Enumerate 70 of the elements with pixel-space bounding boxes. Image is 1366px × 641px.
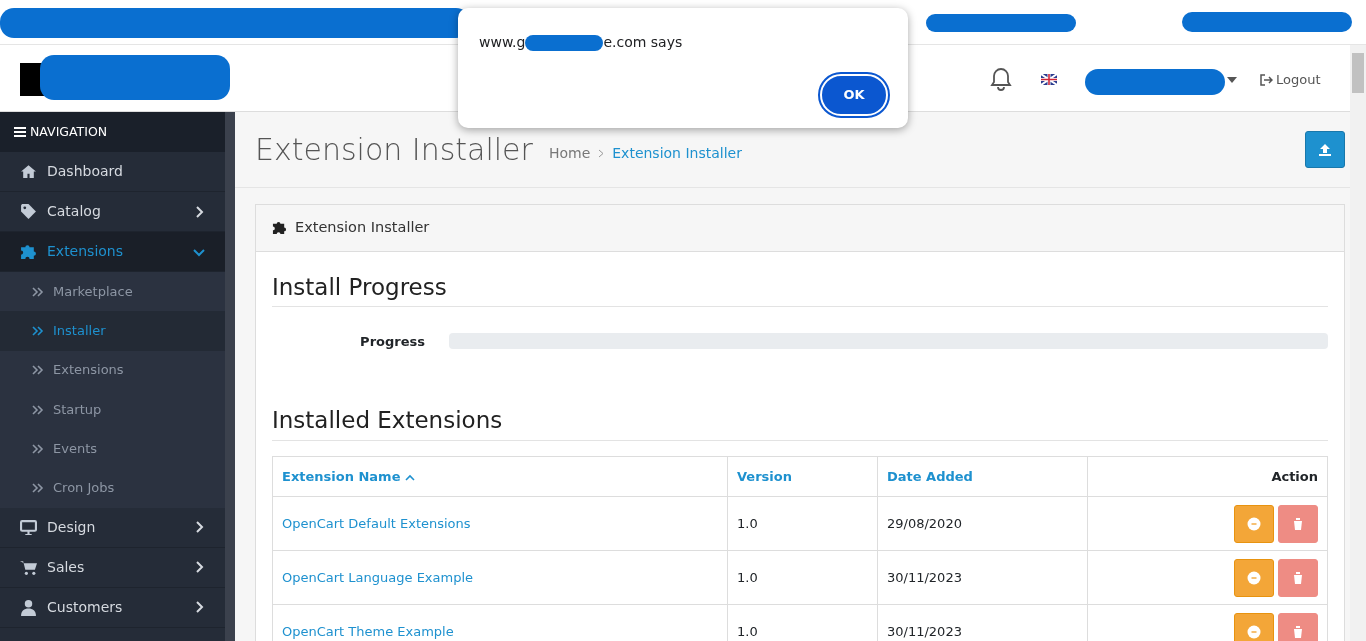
sidebar-subitem[interactable]: Cron Jobs xyxy=(0,468,225,508)
logout-icon xyxy=(1260,73,1273,86)
scrollbar-thumb[interactable] xyxy=(1352,53,1364,93)
logout-link[interactable]: Logout xyxy=(1260,70,1321,90)
ok-button[interactable]: OK xyxy=(820,74,888,116)
monitor-icon xyxy=(20,518,37,536)
date-text: 30/11/2023 xyxy=(887,570,962,585)
column-header: Action xyxy=(1271,468,1318,484)
flag-icon[interactable] xyxy=(1041,74,1057,85)
extension-link[interactable]: OpenCart Language Example xyxy=(282,570,474,585)
dialog-title: www.g xyxy=(479,33,526,52)
sort-icon xyxy=(405,473,415,481)
sidebar-subitem[interactable]: Extensions xyxy=(0,350,225,390)
card-title: Extension Installer xyxy=(295,218,430,237)
extension-link[interactable]: OpenCart Theme Example xyxy=(282,624,454,639)
scrollbar[interactable] xyxy=(1350,45,1366,641)
sidebar-subitem[interactable]: Startup xyxy=(0,389,225,430)
sidebar-scrollbar[interactable] xyxy=(225,112,235,641)
double-chevron-icon xyxy=(32,325,44,336)
date-text: 29/08/2020 xyxy=(887,516,962,531)
double-chevron-icon xyxy=(32,404,44,415)
bell-icon[interactable] xyxy=(990,67,1012,91)
sidebar-item[interactable]: Customers xyxy=(0,587,225,628)
menu-icon xyxy=(14,127,26,138)
breadcrumb-link[interactable]: Home xyxy=(548,143,591,164)
version-text: 1.0 xyxy=(737,624,758,639)
double-chevron-icon xyxy=(32,365,44,376)
sidebar-subitem[interactable]: Events xyxy=(0,429,225,469)
trash-icon xyxy=(1292,516,1304,531)
sidebar-item[interactable]: Design xyxy=(0,507,225,548)
breadcrumb-link[interactable]: Extension Installer xyxy=(612,143,742,164)
home-icon xyxy=(20,163,37,180)
column-header-link[interactable]: Version xyxy=(737,468,792,484)
minus-circle-icon xyxy=(1247,570,1261,585)
nav-heading: NAVIGATION xyxy=(14,122,108,142)
user-icon xyxy=(20,598,37,616)
uninstall-button[interactable] xyxy=(1234,558,1274,597)
double-chevron-icon xyxy=(32,443,44,454)
upload-button[interactable] xyxy=(1305,131,1345,168)
date-text: 30/11/2023 xyxy=(887,624,962,639)
version-text: 1.0 xyxy=(737,516,758,531)
version-text: 1.0 xyxy=(737,570,758,585)
uninstall-button[interactable] xyxy=(1234,504,1274,543)
puzzle-icon xyxy=(272,220,287,236)
trash-icon xyxy=(1292,624,1304,639)
trash-icon xyxy=(1292,570,1304,585)
caret-icon[interactable] xyxy=(1227,77,1237,83)
section-heading: Installed Extensions xyxy=(272,403,1328,441)
column-header-link[interactable]: Extension Name xyxy=(282,468,415,484)
tag-icon xyxy=(20,203,37,220)
double-chevron-icon xyxy=(32,483,44,494)
double-chevron-icon xyxy=(32,286,44,297)
sidebar-subitem[interactable]: Marketplace xyxy=(0,272,225,312)
upload-icon xyxy=(1318,142,1332,157)
puzzle-icon xyxy=(20,243,37,260)
delete-button[interactable] xyxy=(1278,504,1318,543)
minus-circle-icon xyxy=(1247,516,1261,531)
progress-label: Progress xyxy=(360,333,425,349)
delete-button[interactable] xyxy=(1278,612,1318,641)
column-header-link[interactable]: Date Added xyxy=(887,468,973,484)
sidebar-item[interactable]: Extensions xyxy=(0,232,225,272)
delete-button[interactable] xyxy=(1278,558,1318,597)
chevron-icon xyxy=(598,149,605,158)
section-heading: Install Progress xyxy=(272,269,1328,308)
minus-circle-icon xyxy=(1247,624,1261,639)
page-title: Extension Installer xyxy=(255,131,533,169)
dialog-title: e.com says xyxy=(603,33,683,52)
extension-link[interactable]: OpenCart Default Extensions xyxy=(282,516,471,531)
uninstall-button[interactable] xyxy=(1234,612,1274,641)
cart-icon xyxy=(20,558,37,576)
